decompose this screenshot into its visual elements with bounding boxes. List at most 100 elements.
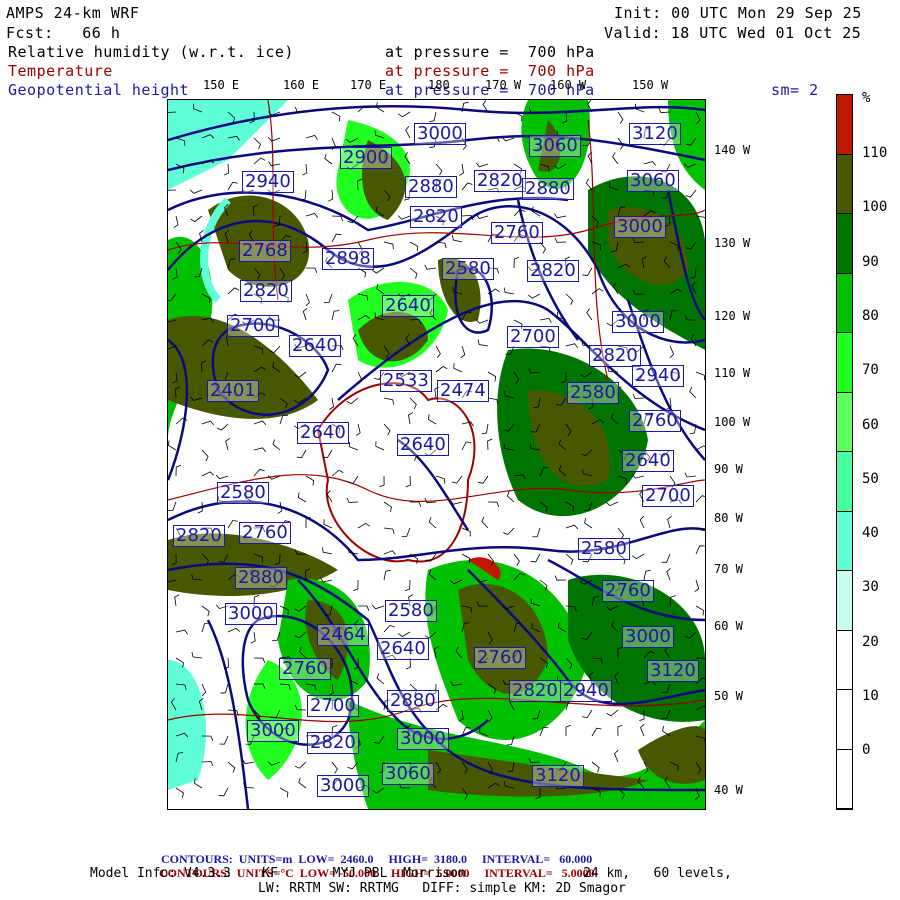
- wind-barb: [617, 724, 623, 737]
- wind-barb: [453, 363, 463, 373]
- wind-barb: [582, 267, 593, 277]
- wind-barb: [487, 371, 497, 382]
- wind-barb: [632, 553, 645, 560]
- wind-barb: [227, 181, 238, 191]
- contour-label: 3000: [225, 603, 277, 625]
- contour-label: 3000: [397, 728, 449, 750]
- wind-barb: [689, 386, 697, 399]
- wind-barb: [554, 237, 567, 243]
- contour-label: 3060: [382, 763, 434, 785]
- longitude-label: 160 E: [283, 78, 320, 92]
- contour-label: 3000: [414, 123, 466, 145]
- wind-barb: [477, 475, 489, 484]
- wind-barb: [305, 267, 318, 273]
- wind-barb: [506, 491, 515, 503]
- wind-barb: [398, 631, 411, 638]
- contour-label: 2820: [240, 280, 292, 302]
- colorbar-label: 10: [862, 688, 879, 704]
- wind-barb: [227, 287, 240, 295]
- colorbar-swatch: [837, 333, 852, 393]
- wind-barb: [220, 683, 229, 694]
- contour-label: 3120: [647, 660, 699, 682]
- contour-label: 2640: [297, 422, 349, 444]
- wind-barb: [358, 605, 370, 611]
- wind-barb: [617, 111, 624, 124]
- wind-barb: [331, 215, 343, 222]
- longitude-label: 170 E: [350, 78, 387, 92]
- contour-label: 2820: [410, 206, 462, 228]
- contour-label: 2580: [567, 382, 619, 404]
- colorbar-label: 20: [862, 633, 879, 650]
- contour-label: 2474: [437, 380, 489, 402]
- colorbar-swatch: [837, 749, 852, 809]
- wind-barb: [371, 604, 385, 610]
- contour-label: 2640: [397, 434, 449, 456]
- wind-barb: [554, 213, 567, 219]
- colorbar-swatch: [837, 630, 852, 690]
- wind-barb: [582, 709, 593, 719]
- wind-barb: [305, 213, 319, 218]
- wind-barb: [201, 605, 210, 617]
- wind-barb: [424, 264, 437, 270]
- wind-barb: [201, 683, 207, 697]
- meridian-label: 140 W: [714, 143, 751, 157]
- wind-barb: [279, 414, 288, 425]
- wind-barb: [175, 787, 184, 798]
- wind-barb: [305, 135, 318, 140]
- wind-barb: [219, 735, 229, 745]
- wind-barb: [409, 241, 419, 252]
- wind-barb: [215, 474, 229, 480]
- wind-barb: [405, 126, 411, 139]
- colorbar-label: 30: [862, 579, 879, 596]
- contour-label: 3120: [532, 765, 584, 787]
- meridian-label: 110 W: [714, 366, 751, 380]
- contour-label: 3060: [627, 170, 679, 192]
- wind-barb: [376, 673, 385, 685]
- wind-barb: [305, 293, 310, 307]
- contour-label: 2580: [217, 482, 269, 504]
- weather-map: 3000 3060 3120 2900 2940 2880 2820 2880 3060 2768…: [167, 99, 706, 810]
- wind-barb: [331, 761, 338, 774]
- contour-label: 3000: [317, 775, 369, 797]
- colorbar-label: 60: [862, 416, 879, 433]
- wind-barb: [513, 553, 520, 566]
- forecast-hour: Fcst: 66 h: [6, 24, 121, 42]
- wind-barb: [640, 723, 645, 737]
- contour-label: 2880: [522, 178, 574, 200]
- meridian-label: 60 W: [714, 619, 743, 633]
- wind-barb: [565, 343, 578, 348]
- wind-barb: [666, 568, 671, 581]
- wind-barb: [475, 162, 489, 168]
- wind-barb: [461, 182, 473, 191]
- wind-barb: [305, 475, 315, 486]
- longitude-label: 170 W: [485, 78, 522, 92]
- wind-barb: [272, 439, 281, 451]
- contour-label: 2700: [227, 315, 279, 337]
- wind-barb: [591, 727, 602, 737]
- contour-label: 2700: [307, 695, 359, 717]
- colorbar-swatch: [837, 392, 852, 452]
- wind-barb: [409, 267, 418, 279]
- wind-barb: [695, 545, 705, 555]
- field-rh-name: Relative humidity (w.r.t. ice): [8, 43, 294, 61]
- colorbar-label: 100: [862, 199, 888, 216]
- wind-barb: [667, 515, 672, 529]
- contour-label: 2898: [322, 248, 374, 270]
- antarctica-continent: [316, 382, 476, 563]
- meridian-label: 100 W: [714, 415, 751, 429]
- wind-barb: [268, 161, 281, 167]
- wind-barb: [643, 161, 656, 166]
- wind-barb: [267, 137, 281, 142]
- contour-label: 2401: [207, 380, 259, 402]
- wind-barb: [175, 629, 188, 635]
- model-info: Model Info: V4.3.3 KF MYJ PBL Morrison 2…: [90, 866, 732, 881]
- wind-barb: [253, 420, 267, 426]
- wind-barb: [253, 657, 266, 664]
- wind-barb: [695, 371, 705, 381]
- contour-label: 3000: [247, 720, 299, 742]
- wind-barb: [586, 308, 593, 321]
- contour-label: 2820: [474, 170, 526, 192]
- wind-barb: [279, 787, 289, 798]
- wind-barb: [643, 569, 651, 581]
- contour-label: 2880: [405, 176, 457, 198]
